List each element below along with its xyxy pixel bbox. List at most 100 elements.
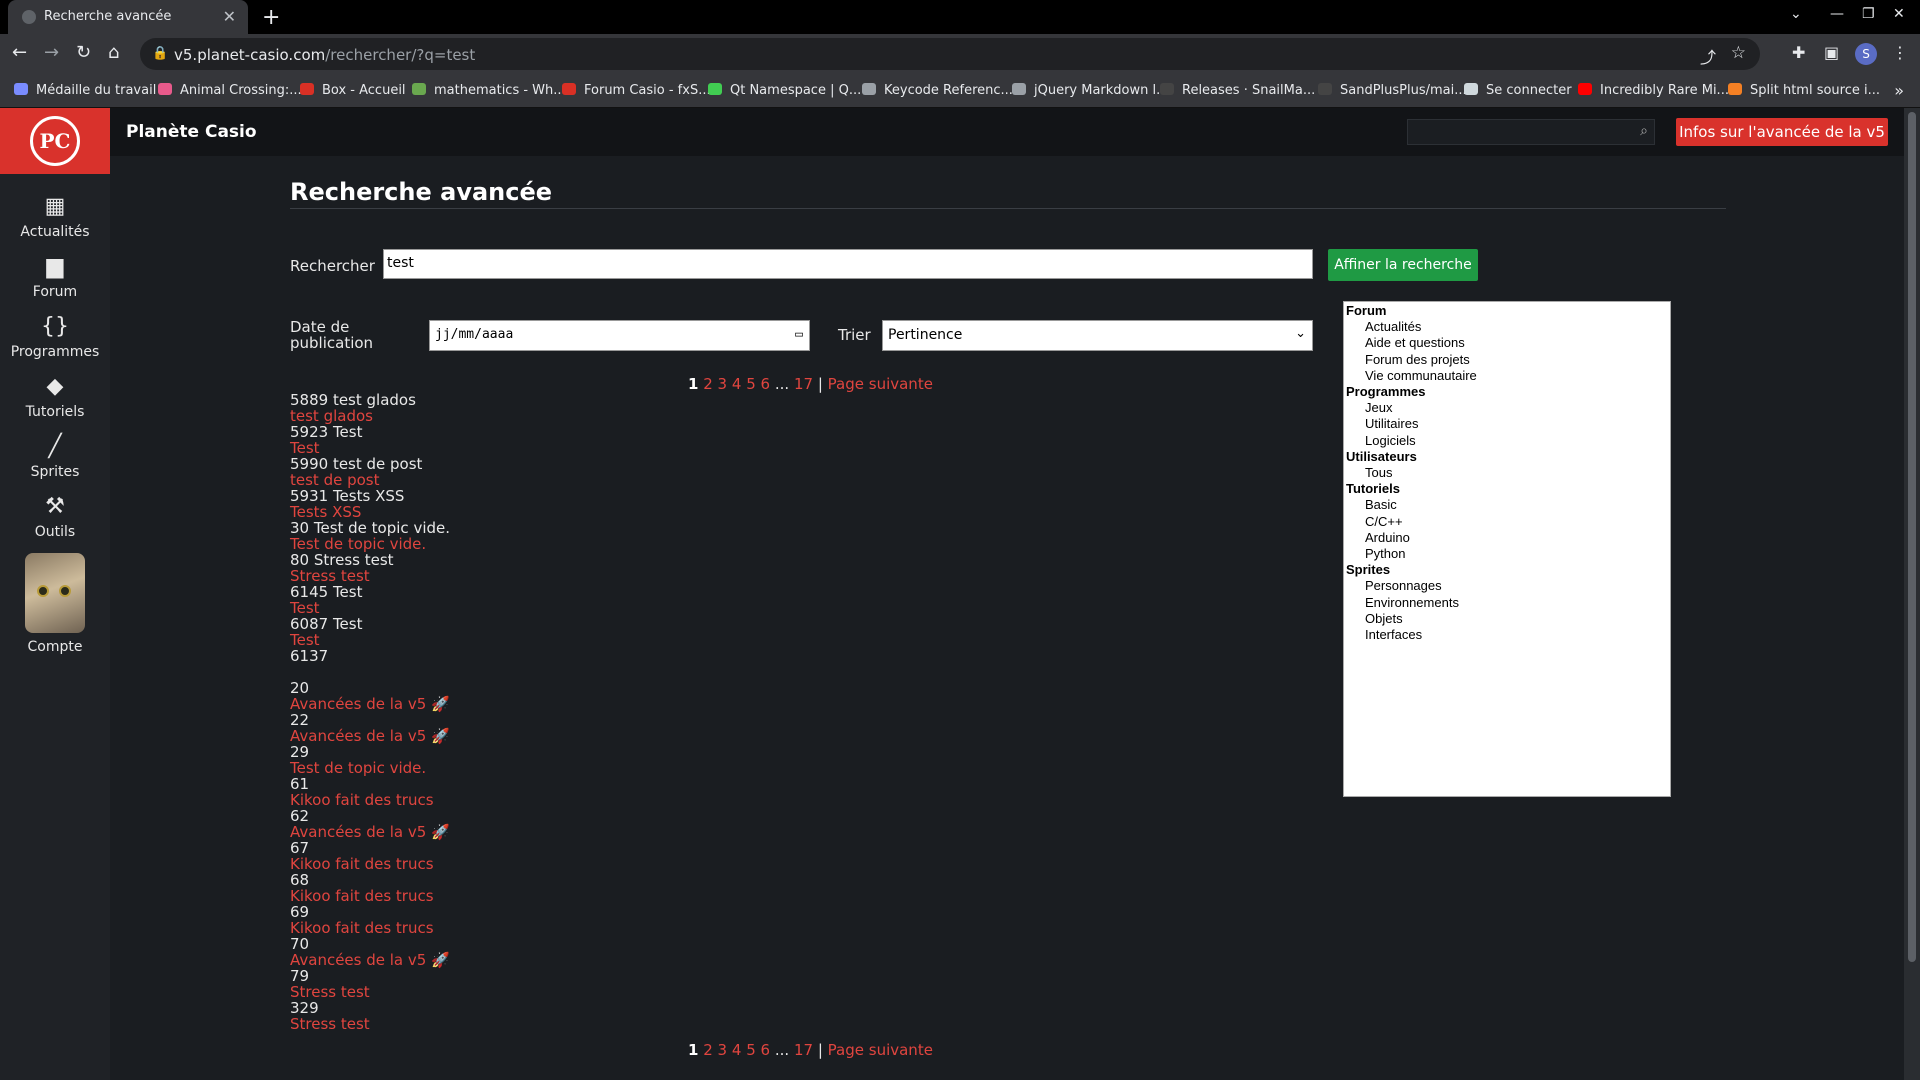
sidebar-item-2[interactable]: {} Programmes — [0, 314, 110, 360]
bookmark-item[interactable]: Keycode Referenc... — [862, 83, 1013, 98]
page-link[interactable]: 4 — [732, 375, 742, 393]
new-tab-icon[interactable]: + — [262, 5, 280, 30]
category-option[interactable]: Aide et questions — [1346, 335, 1668, 351]
result-link[interactable]: Kikoo fait des trucs — [290, 888, 450, 904]
result-link[interactable]: Test — [290, 440, 450, 456]
sidebar-item-5[interactable]: ⚒ Outils — [0, 494, 110, 540]
result-link[interactable]: Kikoo fait des trucs — [290, 920, 450, 936]
category-option[interactable]: Jeux — [1346, 400, 1668, 416]
result-link[interactable]: Test de topic vide. — [290, 536, 450, 552]
result-link[interactable]: Stress test — [290, 568, 450, 584]
profile-avatar[interactable]: S — [1855, 43, 1877, 65]
result-link[interactable]: test de post — [290, 472, 450, 488]
header-search-input[interactable]: ⌕ — [1407, 119, 1655, 145]
scrollbar-thumb[interactable] — [1908, 112, 1916, 962]
category-option[interactable]: Actualités — [1346, 319, 1668, 335]
search-query-input[interactable]: test — [383, 249, 1313, 279]
url-text[interactable]: v5.planet-casio.com/rechercher/?q=test — [174, 46, 475, 64]
bookmark-item[interactable]: Box - Accueil — [300, 83, 406, 98]
category-option[interactable]: Objets — [1346, 611, 1668, 627]
account-avatar[interactable] — [25, 553, 85, 633]
result-link[interactable]: Avancées de la v5 🚀 — [290, 696, 450, 712]
next-page-link[interactable]: Page suivante — [828, 375, 933, 393]
sidebar-item-account[interactable]: Compte — [0, 639, 110, 655]
bookmark-item[interactable]: SandPlusPlus/mai... — [1318, 83, 1467, 98]
forward-icon[interactable]: → — [44, 42, 59, 63]
result-link[interactable]: Stress test — [290, 1016, 450, 1032]
sidebar-item-0[interactable]: ▦ Actualités — [0, 194, 110, 240]
category-option[interactable]: Python — [1346, 546, 1668, 562]
result-link[interactable]: Avancées de la v5 🚀 — [290, 952, 450, 968]
menu-kebab-icon[interactable]: ⋮ — [1892, 43, 1908, 62]
sidebar-item-1[interactable]: ▆ Forum — [0, 254, 110, 300]
category-option[interactable]: Vie communautaire — [1346, 368, 1668, 384]
sort-select[interactable]: Pertinence ⌄ — [882, 320, 1313, 351]
category-option[interactable]: Basic — [1346, 497, 1668, 513]
sidebar-item-3[interactable]: ◆ Tutoriels — [0, 374, 110, 420]
tab-search-chevron-icon[interactable]: ⌄ — [1790, 6, 1802, 22]
close-window-icon[interactable]: ✕ — [1893, 6, 1905, 22]
result-link[interactable]: Avancées de la v5 🚀 — [290, 824, 450, 840]
browser-tab[interactable]: Recherche avancée ✕ — [8, 0, 248, 34]
category-option[interactable]: Interfaces — [1346, 627, 1668, 643]
result-link[interactable]: Kikoo fait des trucs — [290, 792, 450, 808]
category-option[interactable]: Environnements — [1346, 595, 1668, 611]
share-icon[interactable]: ⤴ — [1700, 44, 1716, 68]
back-icon[interactable]: ← — [12, 42, 27, 63]
page-link[interactable]: 5 — [746, 375, 756, 393]
bookmark-item[interactable]: Animal Crossing:... — [158, 83, 302, 98]
bookmark-item[interactable]: Incredibly Rare Mi... — [1578, 83, 1729, 98]
v5-progress-button[interactable]: Infos sur l'avancée de la v5 — [1676, 118, 1888, 146]
result-link[interactable]: Test — [290, 600, 450, 616]
result-link[interactable]: Avancées de la v5 🚀 — [290, 728, 450, 744]
page-link[interactable]: 4 — [732, 1041, 742, 1059]
page-scrollbar[interactable] — [1904, 108, 1920, 1080]
bookmark-item[interactable]: Releases · SnailMa... — [1160, 83, 1315, 98]
category-option[interactable]: Arduino — [1346, 530, 1668, 546]
category-option[interactable]: Personnages — [1346, 578, 1668, 594]
page-link[interactable]: 6 — [761, 1041, 771, 1059]
result-link[interactable]: Stress test — [290, 984, 450, 1000]
publication-date-input[interactable]: jj/mm/aaaa ▭ — [429, 320, 810, 351]
side-panel-icon[interactable]: ▣ — [1824, 43, 1839, 62]
result-link[interactable]: Test — [290, 632, 450, 648]
reload-icon[interactable]: ↻ — [76, 42, 91, 63]
site-logo[interactable]: PC — [0, 108, 110, 174]
result-link[interactable]: test glados — [290, 408, 450, 424]
category-option[interactable]: C/C++ — [1346, 514, 1668, 530]
bookmark-item[interactable]: Split html source i... — [1728, 83, 1880, 98]
address-bar[interactable]: 🔒 v5.planet-casio.com/rechercher/?q=test… — [140, 38, 1760, 70]
page-link-last[interactable]: 17 — [794, 1041, 813, 1059]
refine-search-button[interactable]: Affiner la recherche — [1328, 249, 1478, 281]
page-link[interactable]: 6 — [761, 375, 771, 393]
result-link[interactable]: Tests XSS — [290, 504, 450, 520]
bookmark-item[interactable]: jQuery Markdown l... — [1012, 83, 1169, 98]
page-link[interactable]: 3 — [718, 1041, 728, 1059]
result-link[interactable]: Kikoo fait des trucs — [290, 856, 450, 872]
restore-icon[interactable]: ❐ — [1862, 6, 1875, 22]
page-link-last[interactable]: 17 — [794, 375, 813, 393]
home-icon[interactable]: ⌂ — [108, 42, 119, 63]
category-option[interactable]: Forum des projets — [1346, 352, 1668, 368]
category-option[interactable]: Tous — [1346, 465, 1668, 481]
bookmark-item[interactable]: Qt Namespace | Q... — [708, 83, 861, 98]
page-link[interactable]: 2 — [703, 375, 713, 393]
page-link[interactable]: 3 — [718, 375, 728, 393]
page-link[interactable]: 5 — [746, 1041, 756, 1059]
lock-icon[interactable]: 🔒 — [152, 46, 168, 61]
bookmark-item[interactable]: Se connecter — [1464, 83, 1572, 98]
bookmark-item[interactable]: Forum Casio - fxS... — [562, 83, 711, 98]
minimize-icon[interactable]: — — [1830, 6, 1844, 22]
site-title[interactable]: Planète Casio — [126, 122, 257, 142]
category-option[interactable]: Logiciels — [1346, 433, 1668, 449]
bookmark-item[interactable]: mathematics - Wh... — [412, 83, 566, 98]
sidebar-item-4[interactable]: ╱ Sprites — [0, 434, 110, 480]
page-link[interactable]: 2 — [703, 1041, 713, 1059]
calendar-icon[interactable]: ▭ — [795, 327, 803, 342]
next-page-link[interactable]: Page suivante — [828, 1041, 933, 1059]
result-link[interactable]: Test de topic vide. — [290, 760, 450, 776]
search-icon[interactable]: ⌕ — [1640, 123, 1648, 139]
category-multiselect[interactable]: Forum Actualités Aide et questions Forum de… — [1343, 301, 1671, 797]
close-tab-icon[interactable]: ✕ — [223, 7, 236, 26]
bookmark-item[interactable]: Médaille du travail — [14, 83, 156, 98]
